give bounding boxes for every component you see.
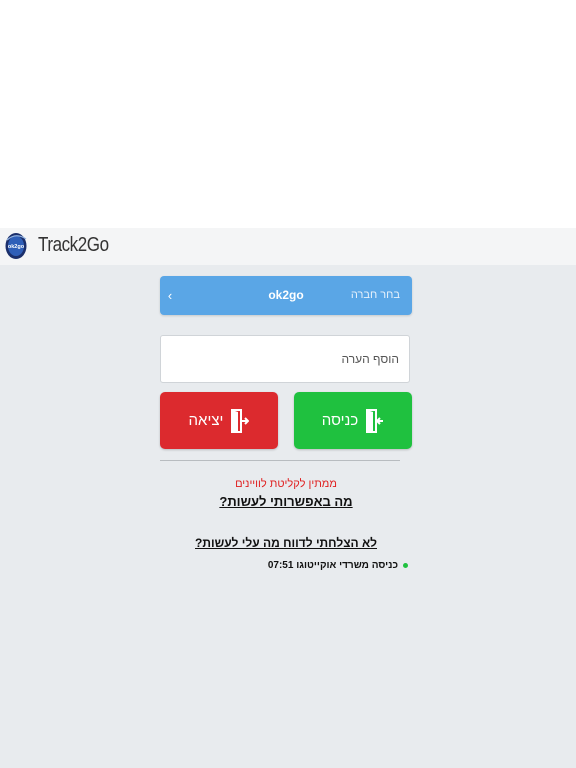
enter-button-label: כניסה [321, 412, 359, 429]
company-select-label: בחר חברה [350, 289, 400, 301]
exit-button[interactable]: יציאה [160, 392, 278, 449]
app-container: ok2go Track2Go ‹ ok2go בחר חברה יציאה כנ… [0, 228, 576, 768]
log-entry: כניסה משרדי אוקייטוגו 07:51 [160, 560, 408, 571]
exit-button-label: יציאה [188, 412, 224, 429]
divider [160, 460, 400, 461]
svg-text:ok2go: ok2go [8, 244, 25, 250]
report-failed-help-link[interactable]: לא הצלחתי לדווח מה עלי לעשות? [160, 536, 412, 550]
door-enter-icon [366, 408, 384, 433]
app-title: Track2Go [38, 234, 109, 256]
app-logo-icon: ok2go [5, 233, 27, 259]
gps-status-text: ממתין לקליטת לוויינים [235, 478, 337, 490]
status-dot-icon [403, 562, 408, 568]
add-note-input[interactable] [160, 335, 410, 383]
top-bar: ok2go Track2Go [0, 228, 576, 265]
log-entry-text: כניסה משרדי אוקייטוגו 07:51 [267, 560, 398, 571]
options-help-link[interactable]: מה באפשרותי לעשות? [160, 494, 412, 509]
door-exit-icon [231, 408, 250, 433]
enter-button[interactable]: כניסה [294, 392, 412, 449]
company-select[interactable]: ‹ ok2go בחר חברה [160, 276, 412, 315]
